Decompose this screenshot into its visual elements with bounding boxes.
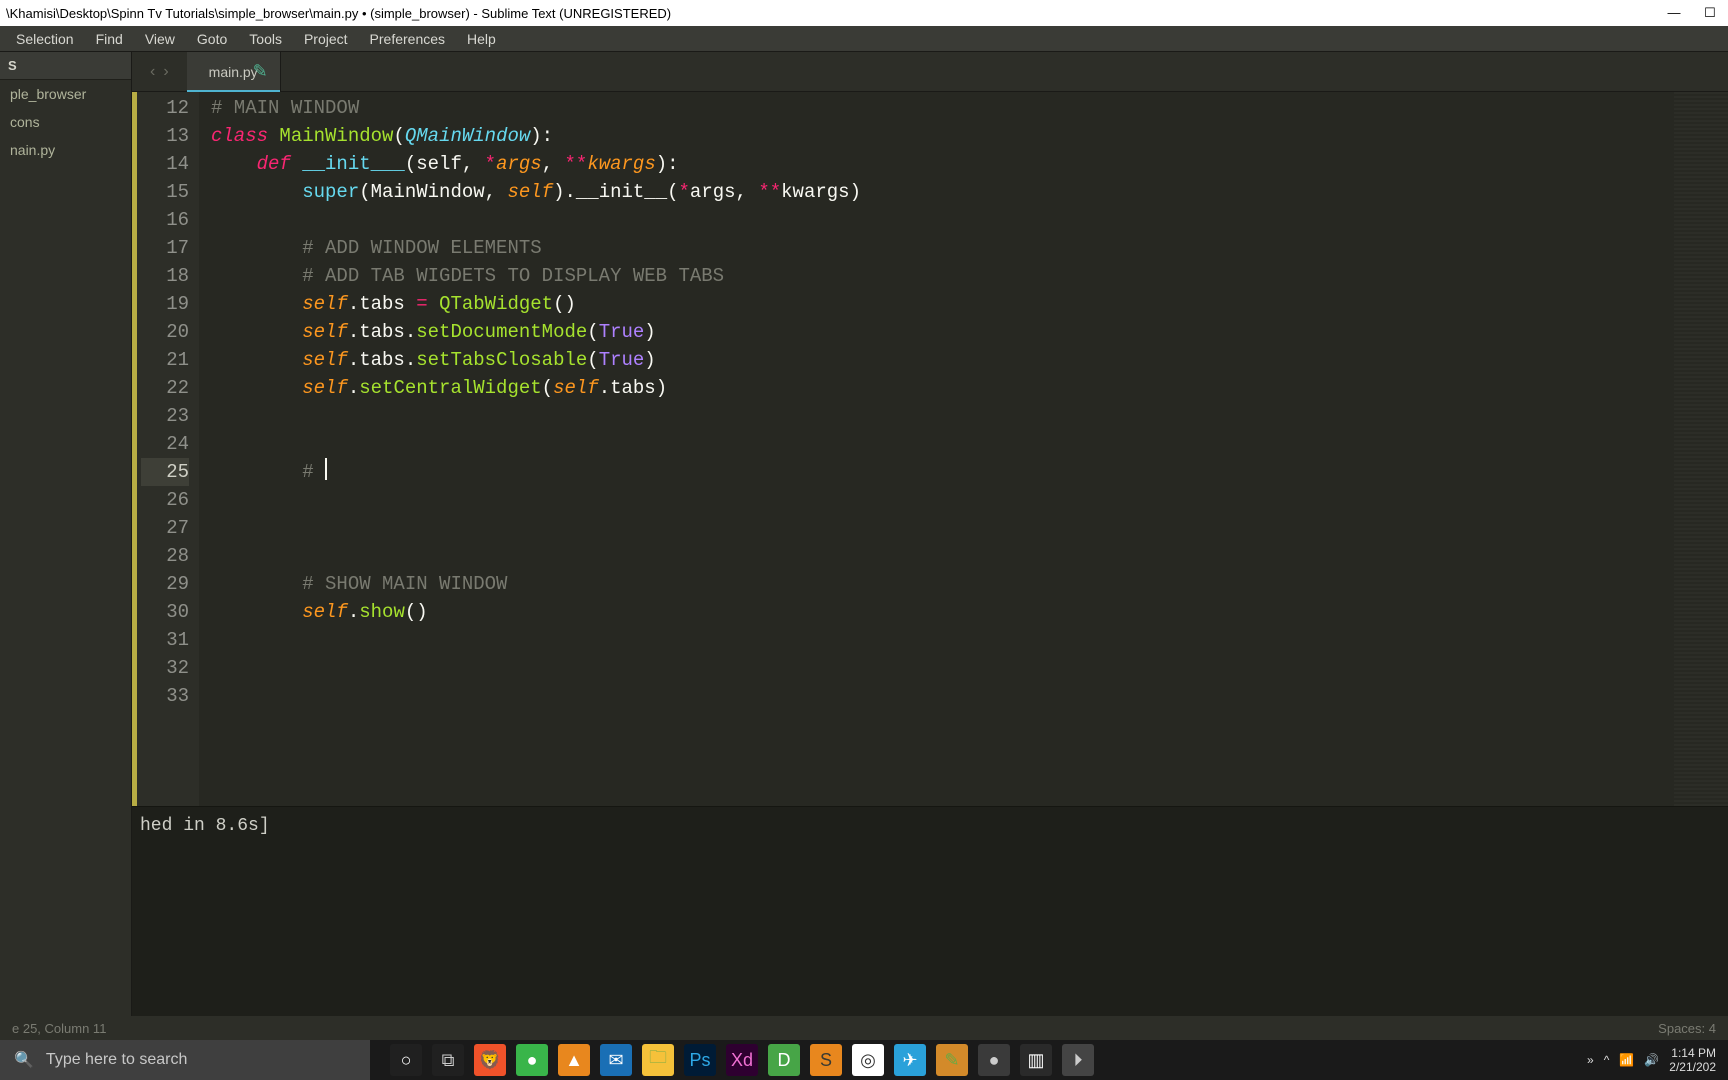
taskbar-app-icon[interactable]: ▲ bbox=[558, 1044, 590, 1076]
system-tray[interactable]: » ^ 📶 🔊 1:14 PM 2/21/202 bbox=[1587, 1046, 1728, 1074]
code-editor[interactable]: # MAIN WINDOW class MainWindow(QMainWind… bbox=[199, 92, 1728, 806]
status-cursor-position: e 25, Column 11 bbox=[12, 1021, 106, 1036]
sidebar: S ple_browser cons nain.py bbox=[0, 52, 132, 1016]
taskbar-app-icon[interactable]: Ps bbox=[684, 1044, 716, 1076]
taskbar-app-icon[interactable]: D bbox=[768, 1044, 800, 1076]
minimize-button[interactable]: — bbox=[1666, 5, 1682, 21]
console-line: hed in 8.6s] bbox=[140, 816, 270, 836]
taskbar-app-icon[interactable]: ✎ bbox=[936, 1044, 968, 1076]
taskbar-app-icon[interactable]: ◎ bbox=[852, 1044, 884, 1076]
menu-preferences[interactable]: Preferences bbox=[360, 28, 455, 50]
sidebar-item-folder[interactable]: cons bbox=[0, 108, 131, 136]
sidebar-item-file[interactable]: nain.py bbox=[0, 136, 131, 164]
title-bar: \Khamisi\Desktop\Spinn Tv Tutorials\simp… bbox=[0, 0, 1728, 26]
build-output-panel[interactable]: hed in 8.6s] bbox=[132, 806, 1728, 1016]
taskbar-app-icon[interactable]: ✈ bbox=[894, 1044, 926, 1076]
window-title: \Khamisi\Desktop\Spinn Tv Tutorials\simp… bbox=[6, 6, 671, 21]
search-icon: 🔍 bbox=[14, 1050, 34, 1070]
taskbar-app-icon[interactable]: ● bbox=[516, 1044, 548, 1076]
status-indentation[interactable]: Spaces: 4 bbox=[1658, 1021, 1716, 1036]
taskbar-app-icon[interactable]: ○ bbox=[390, 1044, 422, 1076]
taskbar-app-icon[interactable]: ⧉ bbox=[432, 1044, 464, 1076]
minimap[interactable] bbox=[1674, 92, 1728, 806]
menu-find[interactable]: Find bbox=[86, 28, 133, 50]
tray-date: 2/21/202 bbox=[1669, 1060, 1716, 1074]
taskbar-app-icon[interactable]: ⏵ bbox=[1062, 1044, 1094, 1076]
nav-forward-icon[interactable]: › bbox=[163, 63, 168, 81]
tray-up-icon[interactable]: ^ bbox=[1604, 1053, 1610, 1067]
taskbar-app-icon[interactable]: ▥ bbox=[1020, 1044, 1052, 1076]
taskbar-app-icon[interactable]: ✉ bbox=[600, 1044, 632, 1076]
search-placeholder: Type here to search bbox=[46, 1051, 187, 1069]
tray-overflow-icon[interactable]: » bbox=[1587, 1053, 1594, 1067]
menu-selection[interactable]: Selection bbox=[6, 28, 84, 50]
taskbar-app-icon[interactable]: 🦁 bbox=[474, 1044, 506, 1076]
taskbar-apps: ○ ⧉ 🦁 ● ▲ ✉ 🗀 Ps Xd DS ◎ ✈ ✎ ● ▥ ⏵ bbox=[370, 1044, 1587, 1076]
text-caret bbox=[325, 458, 327, 480]
sidebar-item-folder[interactable]: ple_browser bbox=[0, 80, 131, 108]
wifi-icon[interactable]: 📶 bbox=[1619, 1053, 1634, 1067]
menu-project[interactable]: Project bbox=[294, 28, 358, 50]
tab-label: main.py bbox=[209, 64, 258, 80]
code-area: 1213141516171819202122232425262728293031… bbox=[132, 92, 1728, 806]
maximize-button[interactable]: ☐ bbox=[1702, 5, 1718, 21]
taskbar-app-icon[interactable]: 🗀 bbox=[642, 1044, 674, 1076]
menu-bar: Selection Find View Goto Tools Project P… bbox=[0, 26, 1728, 52]
tab-modified-icon: ✎ bbox=[253, 61, 268, 82]
menu-tools[interactable]: Tools bbox=[239, 28, 292, 50]
menu-goto[interactable]: Goto bbox=[187, 28, 237, 50]
sidebar-header: S bbox=[0, 52, 131, 80]
workspace: S ple_browser cons nain.py ‹ › main.py ✎… bbox=[0, 52, 1728, 1016]
taskbar-app-icon[interactable]: Xd bbox=[726, 1044, 758, 1076]
taskbar-app-icon[interactable]: S bbox=[810, 1044, 842, 1076]
tray-time: 1:14 PM bbox=[1671, 1046, 1716, 1060]
menu-help[interactable]: Help bbox=[457, 28, 506, 50]
tab-row: ‹ › main.py ✎ bbox=[132, 52, 1728, 92]
taskbar-search[interactable]: 🔍 Type here to search bbox=[0, 1040, 370, 1080]
editor-column: ‹ › main.py ✎ 12131415161718192021222324… bbox=[132, 52, 1728, 1016]
gutter: 1213141516171819202122232425262728293031… bbox=[137, 92, 199, 806]
volume-icon[interactable]: 🔊 bbox=[1644, 1053, 1659, 1067]
windows-taskbar: 🔍 Type here to search ○ ⧉ 🦁 ● ▲ ✉ 🗀 Ps Xd DS ◎ ✈ ✎ ● ▥… bbox=[0, 1040, 1728, 1080]
tab-main-py[interactable]: main.py ✎ bbox=[187, 52, 281, 92]
taskbar-app-icon[interactable]: ● bbox=[978, 1044, 1010, 1076]
status-bar: e 25, Column 11 Spaces: 4 bbox=[0, 1016, 1728, 1040]
nav-back-icon[interactable]: ‹ bbox=[150, 63, 155, 81]
menu-view[interactable]: View bbox=[135, 28, 185, 50]
